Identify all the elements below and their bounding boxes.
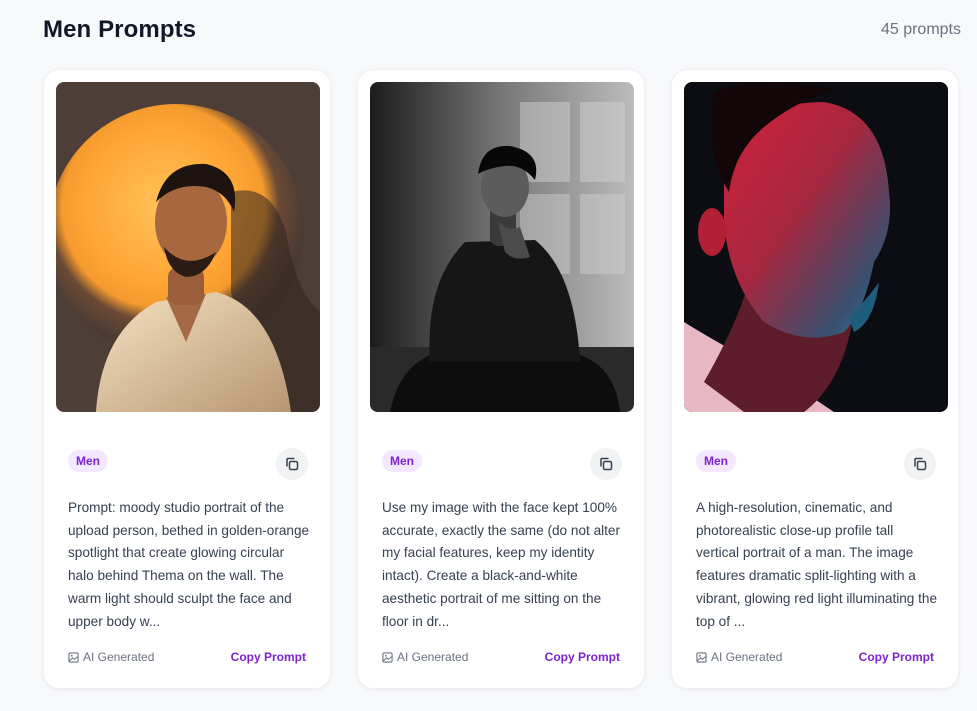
card-footer: AI Generated Copy Prompt [382,650,620,668]
ai-generated-label: AI Generated [711,650,783,664]
category-badge[interactable]: Men [382,450,422,472]
ai-generated-label: AI Generated [83,650,155,664]
prompt-text: Prompt: moody studio portrait of the upl… [68,500,310,629]
section-header: Men Prompts 45 prompts [43,14,961,50]
card-footer: AI Generated Copy Prompt [68,650,306,668]
copy-prompt-link[interactable]: Copy Prompt [545,650,620,664]
copy-prompt-link[interactable]: Copy Prompt [859,650,934,664]
prompt-image[interactable] [684,82,948,412]
copy-icon [914,457,927,471]
prompt-card[interactable]: Men Prompt: moody studio portrait of the… [43,69,331,689]
prompt-card[interactable]: Men A high-resolution, cinematic, and ph… [671,69,959,689]
copy-icon [286,457,299,471]
category-badge[interactable]: Men [68,450,108,472]
category-badge[interactable]: Men [696,450,736,472]
page: Men Prompts 45 prompts Men Prompt: moody… [0,0,977,711]
prompt-text: A high-resolution, cinematic, and photor… [696,500,938,629]
prompt-image[interactable] [56,82,320,412]
copy-prompt-link[interactable]: Copy Prompt [231,650,306,664]
image-icon [382,651,393,663]
image-icon [68,651,79,663]
prompt-card[interactable]: Men Use my image with the face kept 100%… [357,69,645,689]
copy-icon [600,457,613,471]
prompt-count: 45 prompts [880,21,961,38]
ai-generated-tag: AI Generated [382,650,468,664]
portrait-red-blue-profile-image [684,82,948,412]
card-footer: AI Generated Copy Prompt [696,650,934,668]
ai-generated-label: AI Generated [397,650,469,664]
image-icon [696,651,707,663]
copy-icon-button[interactable] [276,448,308,480]
prompt-text: Use my image with the face kept 100% acc… [382,500,621,629]
copy-icon-button[interactable] [904,448,936,480]
page-title: Men Prompts [43,16,197,43]
portrait-orange-halo-image [56,82,320,412]
ai-generated-tag: AI Generated [68,650,154,664]
portrait-black-white-image [370,82,634,412]
prompt-grid: Men Prompt: moody studio portrait of the… [43,69,977,691]
prompt-image[interactable] [370,82,634,412]
copy-icon-button[interactable] [590,448,622,480]
ai-generated-tag: AI Generated [696,650,782,664]
